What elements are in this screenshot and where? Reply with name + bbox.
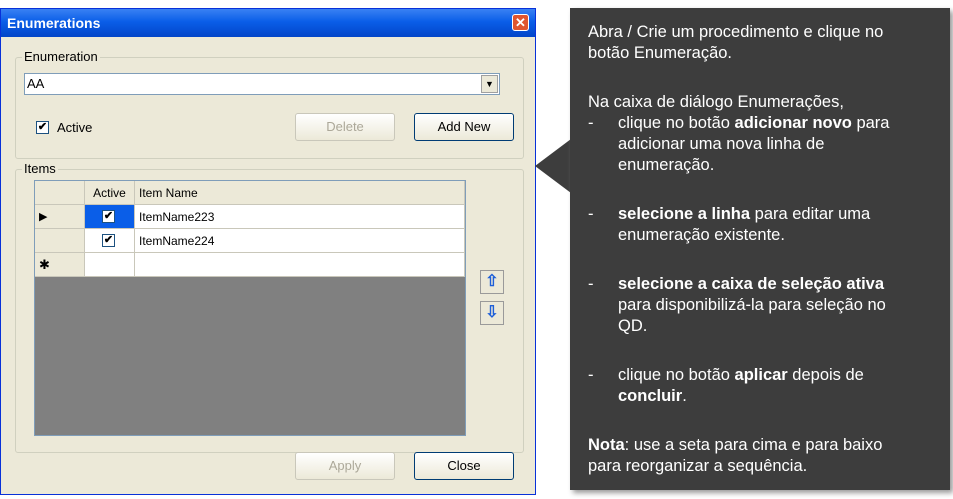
close-button[interactable]: Close xyxy=(414,452,514,480)
bullet-dash: - xyxy=(588,275,594,293)
delete-button[interactable]: Delete xyxy=(295,113,395,141)
table-row[interactable]: ✔ ItemName224 xyxy=(35,229,465,253)
bullet4-bold: aplicar xyxy=(734,366,788,384)
bullet2-line2: enumeração existente. xyxy=(618,226,785,244)
table-row[interactable]: ▶ ✔ ItemName223 xyxy=(35,205,465,229)
active-checkbox[interactable]: ✔ xyxy=(36,121,49,134)
row-indicator[interactable]: ▶ xyxy=(35,205,85,229)
bullet4-line2: concluir. xyxy=(618,386,687,407)
new-row-icon[interactable]: ✱ xyxy=(35,253,85,277)
bullet1-pre: clique no botão xyxy=(618,114,735,132)
items-group-label: Items xyxy=(22,161,58,177)
instruction-callout: Abra / Crie um procedimento e clique no … xyxy=(570,8,950,490)
row-active-checkbox[interactable]: ✔ xyxy=(102,234,115,247)
bullet1-line1: clique no botão adicionar novo para xyxy=(618,113,889,134)
callout-pointer xyxy=(535,139,571,193)
table-row-new[interactable]: ✱ xyxy=(35,253,465,277)
row-active-cell[interactable]: ✔ xyxy=(85,205,135,229)
row-item-name[interactable] xyxy=(135,253,465,277)
note-bold: Nota xyxy=(588,436,625,454)
bullet2-bold: selecione a linha xyxy=(618,205,751,223)
grid-header-row: Active Item Name xyxy=(35,181,465,205)
bullet3-line3: QD. xyxy=(618,317,648,335)
bullet3-bold: selecione a caixa de seleção ativa xyxy=(618,275,885,293)
add-new-button[interactable]: Add New xyxy=(414,113,514,141)
bullet2-line1: selecione a linha para editar uma xyxy=(618,204,870,225)
enumeration-group-label: Enumeration xyxy=(22,49,100,65)
chevron-down-icon[interactable]: ▼ xyxy=(481,75,498,93)
title-bar: Enumerations xyxy=(1,9,535,37)
bullet3-line2: para disponibilizá-la para seleção no xyxy=(618,296,886,314)
row-item-name[interactable]: ItemName223 xyxy=(135,205,465,229)
intro-line1: Abra / Crie um procedimento e clique no xyxy=(588,23,884,41)
column-header-active[interactable]: Active xyxy=(85,181,135,205)
move-down-icon[interactable]: ⇩ xyxy=(480,301,504,325)
note-post: : use a seta para cima e para baixo xyxy=(624,436,883,454)
note-line2: para reorganizar a sequência. xyxy=(588,457,808,475)
bullet2-post: para editar uma xyxy=(750,205,871,223)
row-active-checkbox[interactable]: ✔ xyxy=(102,210,115,223)
close-icon[interactable]: ✕ xyxy=(512,14,529,31)
bullet4-l2-post: . xyxy=(682,387,687,405)
bullet1-post: para xyxy=(851,114,890,132)
bullet1-bold: adicionar novo xyxy=(734,114,852,132)
grid-corner-cell xyxy=(35,181,85,205)
active-checkbox-label: Active xyxy=(57,120,93,135)
move-up-icon[interactable]: ⇧ xyxy=(480,270,504,294)
row-indicator[interactable] xyxy=(35,229,85,253)
bullet-dash: - xyxy=(588,114,594,132)
dialog-title: Enumerations xyxy=(7,15,101,31)
para-line: Na caixa de diálogo Enumerações, xyxy=(588,93,844,111)
bullet-dash: - xyxy=(588,366,594,384)
enumeration-select[interactable]: AA ▼ xyxy=(24,73,500,95)
bullet4-post: depois de xyxy=(787,366,864,384)
note-line1: Nota: use a seta para cima e para baixo xyxy=(588,435,882,456)
row-item-name[interactable]: ItemName224 xyxy=(135,229,465,253)
row-active-cell[interactable]: ✔ xyxy=(85,229,135,253)
apply-button[interactable]: Apply xyxy=(295,452,395,480)
column-header-item-name[interactable]: Item Name xyxy=(135,181,465,205)
bullet1-line3: enumeração. xyxy=(618,156,715,174)
row-active-cell[interactable] xyxy=(85,253,135,277)
bullet4-l2-bold: concluir xyxy=(618,387,683,405)
bullet4-pre: clique no botão xyxy=(618,366,735,384)
enumeration-select-value: AA xyxy=(27,76,45,91)
intro-line2: botão Enumeração. xyxy=(588,44,733,62)
items-grid[interactable]: Active Item Name ▶ ✔ ItemName223 ✔ ItemN… xyxy=(34,180,466,436)
bullet4-line1: clique no botão aplicar depois de xyxy=(618,365,864,386)
bullet-dash: - xyxy=(588,205,594,223)
bullet1-line2: adicionar uma nova linha de xyxy=(618,135,825,153)
